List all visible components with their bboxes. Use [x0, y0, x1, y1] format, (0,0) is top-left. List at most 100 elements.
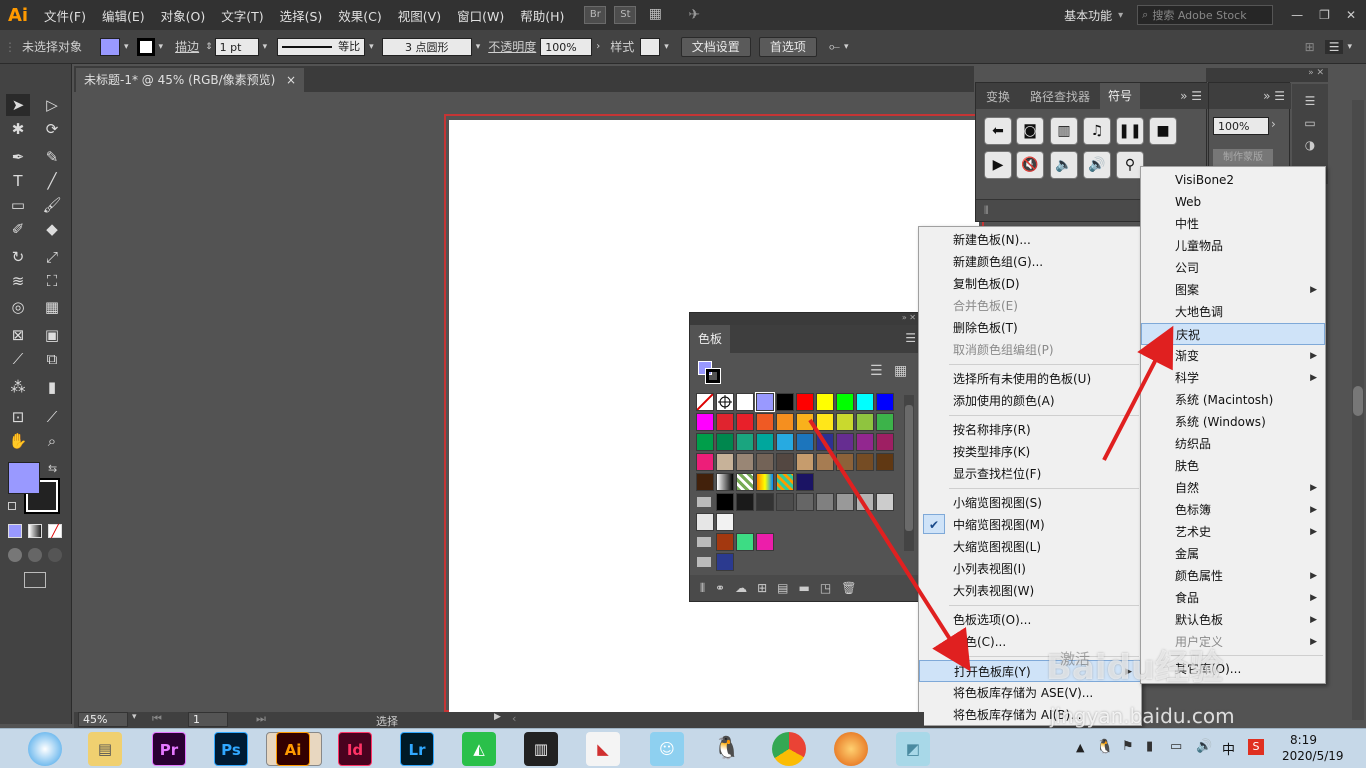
swatch[interactable] [716, 553, 734, 571]
swatch[interactable] [776, 433, 794, 451]
battery-icon[interactable]: ▮ [1146, 739, 1153, 754]
eraser-tool-icon[interactable]: ◆ [40, 218, 64, 240]
swatch[interactable] [756, 453, 774, 471]
scrollbar-thumb[interactable] [1353, 386, 1363, 416]
preferences-button[interactable]: 首选项 [758, 36, 817, 57]
context-menu-item[interactable]: 按类型排序(K) [919, 441, 1141, 463]
swatch[interactable] [736, 453, 754, 471]
opacity-label[interactable]: 不透明度 [488, 38, 536, 55]
line-tool-icon[interactable]: ╱ [40, 170, 64, 192]
film-symbol-icon[interactable]: ▥ [1050, 117, 1078, 145]
mute-symbol-icon[interactable]: 🔇 [1016, 151, 1044, 179]
swatch[interactable] [716, 473, 734, 491]
swatch[interactable] [876, 493, 894, 511]
video-editor-icon[interactable]: ▥ [524, 732, 558, 766]
illustrator-icon[interactable]: Ai [276, 732, 310, 766]
zoom-input[interactable]: 100% [1213, 117, 1269, 135]
color-group-folder-icon[interactable] [696, 533, 714, 551]
swatch[interactable] [856, 453, 874, 471]
swatch[interactable] [856, 393, 874, 411]
cloud-icon[interactable]: ☁ [735, 581, 747, 595]
shape-builder-tool-icon[interactable]: ◎ [6, 296, 30, 318]
chevron-down-icon[interactable]: ▾ [1118, 10, 1123, 21]
tab-pathfinder[interactable]: 路径查找器 [1020, 88, 1100, 105]
stroke-label[interactable]: 描边 [175, 38, 199, 55]
opacity-input[interactable]: 100% [540, 37, 593, 56]
context-menu-item[interactable]: 新建色板(N)... [919, 229, 1141, 251]
swatch[interactable] [796, 433, 814, 451]
panel-menu-icon[interactable]: ☰ [1324, 39, 1344, 54]
fill-color-box-front[interactable] [8, 462, 40, 494]
red-app-icon[interactable]: ◣ [586, 732, 620, 766]
stroke-weight-input[interactable]: 1 pt [214, 37, 259, 56]
registration-swatch[interactable] [716, 393, 734, 411]
new-folder-icon[interactable]: ▬ [799, 581, 810, 595]
swatch-options-icon[interactable]: ⊞ [757, 581, 767, 595]
stock-button[interactable]: St [614, 6, 637, 24]
glass-app-icon[interactable]: ◩ [896, 732, 930, 766]
start-button[interactable] [28, 732, 62, 766]
menu-file[interactable]: 文件(F) [36, 6, 94, 25]
arrow-left-symbol-icon[interactable]: ⬅ [984, 117, 1012, 145]
swatch[interactable] [756, 533, 774, 551]
gpu-icon[interactable]: ✈ [688, 7, 700, 23]
gradient-tool-icon[interactable]: ▣ [40, 324, 64, 346]
horizontal-scrollbar[interactable]: ‹ [512, 712, 516, 725]
eyedropper-tool-icon[interactable]: ⟋ [6, 348, 30, 370]
chrome-icon[interactable] [772, 732, 806, 766]
chevron-down-icon[interactable]: ▾ [369, 42, 374, 52]
flag-icon[interactable]: ⚑ [1122, 739, 1134, 754]
sogou-icon[interactable]: S [1248, 739, 1264, 755]
swatch[interactable] [716, 493, 734, 511]
magic-wand-tool-icon[interactable]: ✱ [6, 118, 30, 140]
volume-low-symbol-icon[interactable]: 🔈 [1050, 151, 1078, 179]
gradient-mode-icon[interactable] [28, 524, 42, 538]
first-page-icon[interactable]: ⏮ [152, 712, 162, 726]
swatch[interactable] [856, 493, 874, 511]
color-group-icon[interactable]: ▤ [777, 581, 788, 595]
panel-menu-icon[interactable]: » ☰ [1180, 89, 1202, 103]
library-menu-item[interactable]: 中性 [1141, 213, 1325, 235]
swatch[interactable] [856, 433, 874, 451]
context-menu-item[interactable]: 显示查找栏位(F) [919, 463, 1141, 485]
swatch[interactable] [776, 453, 794, 471]
panel-collapse-bar[interactable]: » ✕ [690, 313, 920, 325]
none-swatch[interactable] [696, 393, 714, 411]
tab-swatches[interactable]: 色板 [690, 325, 730, 353]
swatch[interactable] [696, 513, 714, 531]
swatch[interactable] [796, 473, 814, 491]
library-menu-item[interactable]: VisiBone2 [1141, 169, 1325, 191]
context-menu-item[interactable]: 添加使用的颜色(A) [919, 390, 1141, 412]
direct-selection-tool-icon[interactable]: ▷ [40, 94, 64, 116]
color-mode-icon[interactable] [8, 524, 22, 538]
draw-normal-icon[interactable] [8, 548, 22, 562]
swatch[interactable] [736, 473, 754, 491]
tab-transform[interactable]: 变换 [976, 88, 1020, 105]
tab-symbols[interactable]: 符号 [1100, 83, 1141, 109]
swatch[interactable] [816, 413, 834, 431]
swatch[interactable] [836, 413, 854, 431]
clock-date[interactable]: 2020/5/19 [1282, 749, 1344, 763]
library-menu-item[interactable]: 肤色 [1141, 455, 1325, 477]
chevron-down-icon[interactable]: ▾ [1347, 42, 1352, 52]
panel-collapse-bar[interactable]: » ✕ [1206, 68, 1328, 82]
perspective-grid-tool-icon[interactable]: ▦ [40, 296, 64, 318]
panel-menu-icon[interactable]: » ☰ [1209, 83, 1291, 109]
volume-high-symbol-icon[interactable]: 🔊 [1083, 151, 1111, 179]
warp-tool-icon[interactable]: ≋ [6, 270, 30, 292]
color-group-folder-icon[interactable] [696, 553, 714, 571]
context-menu-item[interactable]: 按名称排序(R) [919, 419, 1141, 441]
stroke-preview[interactable] [705, 368, 721, 384]
menu-window[interactable]: 窗口(W) [449, 6, 512, 25]
menu-select[interactable]: 选择(S) [272, 6, 331, 25]
document-tab[interactable]: 未标题-1* @ 45% (RGB/像素预览) × [76, 68, 304, 92]
chevron-down-icon[interactable]: ▾ [844, 42, 849, 52]
context-menu-item[interactable]: 大缩览图视图(L) [919, 536, 1141, 558]
library-menu-item[interactable]: 庆祝 [1141, 323, 1325, 345]
stroke-swatch[interactable] [136, 37, 155, 56]
library-menu-item[interactable]: 自然 ▶ [1141, 477, 1325, 499]
grid-view-icon[interactable]: ▦ [894, 363, 907, 379]
volume-icon[interactable]: 🔊 [1196, 739, 1212, 754]
appearance-icon[interactable]: ◑ [1292, 138, 1328, 152]
symbol-library-icon[interactable]: ⫴ [984, 204, 989, 217]
